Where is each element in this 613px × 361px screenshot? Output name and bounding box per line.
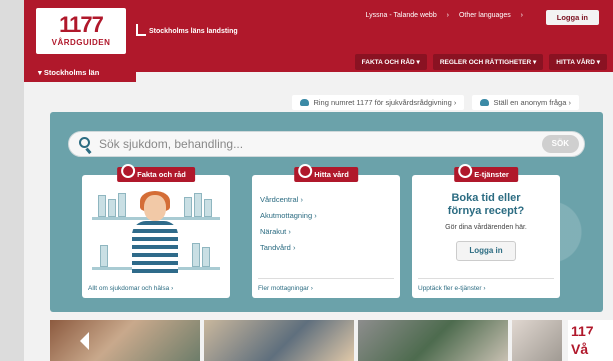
card-title-text: E-tjänster: [474, 170, 509, 179]
anonymous-question-label: Ställ en anonym fråga: [493, 98, 567, 107]
book: [192, 243, 200, 267]
card-e-tjanster: E-tjänster Boka tid eller förnya recept?…: [412, 164, 560, 298]
viewport: 1177 VÅRDGUIDEN Stockholms läns landstin…: [0, 0, 613, 361]
e-services-subtext: Gör dina vårdärenden här.: [445, 224, 527, 231]
card-title: Fakta och råd: [117, 164, 195, 182]
card-footer-link[interactable]: Allt om sjukdomar och hälsa ›: [88, 285, 173, 292]
site-header: 1177 VÅRDGUIDEN Stockholms läns landstin…: [24, 0, 613, 72]
main-nav: FAKTA OCH RÅD ▾ REGLER OCH RÄTTIGHETER ▾…: [349, 54, 607, 70]
anonymous-question-link[interactable]: Ställ en anonym fråga ›: [472, 95, 579, 110]
e-services-login-button[interactable]: Logga in: [456, 241, 516, 261]
key-icon: [458, 164, 473, 178]
book: [204, 199, 212, 217]
side-logo-bottom: Vå: [571, 341, 589, 357]
carousel-photo[interactable]: [204, 320, 354, 361]
photo-carousel: 117 Vå: [50, 320, 613, 361]
care-item-label: Akutmottagning: [260, 211, 313, 220]
card-title[interactable]: Hitta vård: [294, 164, 358, 182]
nav-fakta-och-rad[interactable]: FAKTA OCH RÅD ▾: [354, 54, 427, 70]
book: [184, 197, 192, 217]
county-selector[interactable]: ▾ Stockholms län: [24, 64, 136, 82]
person-face: [144, 195, 166, 221]
nav-hitta-vard[interactable]: HITTA VÅRD ▾: [549, 54, 607, 70]
nav-label: HITTA VÅRD: [556, 59, 595, 66]
landsting-logo[interactable]: Stockholms läns landsting: [136, 24, 238, 36]
book-icon: [121, 164, 136, 178]
location-icon: [298, 164, 313, 178]
listen-link[interactable]: Lyssna - Talande webb: [366, 12, 437, 19]
card-footer-link[interactable]: Fler mottagningar ›: [258, 285, 313, 292]
logo-name: VÅRDGUIDEN: [51, 38, 111, 47]
divider: [258, 278, 394, 279]
card-footer-text: Fler mottagningar: [258, 285, 309, 292]
top-links: Lyssna - Talande webb › Other languages …: [365, 12, 524, 19]
county-label: Stockholms län: [43, 68, 100, 77]
care-item-tandvard[interactable]: Tandvård ›: [260, 243, 317, 252]
card-footer-text: Upptäck fler e-tjänster: [418, 285, 482, 292]
e-services-headline: Boka tid eller förnya recept?: [412, 192, 560, 218]
search-bar: SÖK: [68, 131, 585, 157]
book: [98, 195, 106, 217]
card-footer-text: Allt om sjukdomar och hälsa: [88, 285, 170, 292]
book: [202, 247, 210, 267]
carousel-prev-icon[interactable]: [80, 332, 89, 350]
book: [118, 193, 126, 217]
carousel-photo[interactable]: [358, 320, 508, 361]
search-input[interactable]: [99, 135, 529, 153]
book: [194, 193, 202, 217]
page: 1177 VÅRDGUIDEN Stockholms läns landstin…: [24, 0, 613, 361]
care-item-narakut[interactable]: Närakut ›: [260, 227, 317, 236]
care-item-label: Vårdcentral: [260, 195, 299, 204]
card-footer-link[interactable]: Upptäck fler e-tjänster ›: [418, 285, 486, 292]
page-margin: [0, 0, 24, 361]
carousel-next-icon[interactable]: [587, 332, 596, 350]
phone-icon: [300, 99, 310, 106]
call-1177-link[interactable]: Ring numret 1177 för sjukvårdsrådgivning…: [292, 95, 465, 110]
library-illustration: [92, 187, 220, 277]
search-icon: [79, 137, 90, 148]
card-title-text: Hitta vård: [314, 170, 349, 179]
nav-label: REGLER OCH RÄTTIGHETER: [439, 59, 532, 66]
search-button[interactable]: SÖK: [541, 135, 579, 153]
headline-line-2: förnya recept?: [447, 205, 525, 217]
nav-label: FAKTA OCH RÅD: [361, 59, 415, 66]
landsting-icon: [136, 24, 146, 36]
nav-regler-och-rattigheter[interactable]: REGLER OCH RÄTTIGHETER ▾: [432, 54, 544, 70]
book: [100, 245, 108, 267]
site-logo[interactable]: 1177 VÅRDGUIDEN: [36, 8, 126, 54]
quick-links: Ring numret 1177 för sjukvårdsrådgivning…: [286, 95, 579, 110]
card-title-text: Fakta och råd: [137, 170, 186, 179]
card-hitta-vard: Hitta vård Vårdcentral › Akutmottagning …: [252, 164, 400, 298]
card-title[interactable]: E-tjänster: [454, 164, 518, 182]
login-button[interactable]: Logga in: [545, 10, 599, 25]
care-item-label: Närakut: [260, 227, 287, 236]
care-item-vardcentral[interactable]: Vårdcentral ›: [260, 195, 317, 204]
other-languages-link[interactable]: Other languages: [459, 12, 511, 19]
care-item-label: Tandvård: [260, 243, 291, 252]
call-1177-label: Ring numret 1177 för sjukvårdsrådgivning: [313, 98, 452, 107]
landsting-name: Stockholms läns landsting: [149, 28, 238, 35]
card-fakta-och-rad[interactable]: Fakta och råd Allt om sjukdomar och häls…: [82, 164, 230, 298]
care-item-akutmottagning[interactable]: Akutmottagning ›: [260, 211, 317, 220]
divider: [418, 278, 554, 279]
book: [108, 199, 116, 217]
chat-icon: [480, 99, 490, 106]
carousel-photo[interactable]: [50, 320, 200, 361]
person-shirt: [132, 221, 178, 273]
main-panel: SÖK Fakta och råd: [50, 112, 603, 312]
care-list: Vårdcentral › Akutmottagning › Närakut ›…: [260, 195, 317, 259]
carousel-photo[interactable]: [512, 320, 562, 361]
logo-number: 1177: [59, 12, 104, 37]
headline-line-1: Boka tid eller: [451, 192, 521, 204]
